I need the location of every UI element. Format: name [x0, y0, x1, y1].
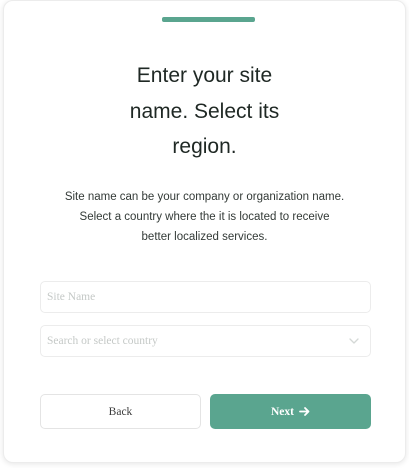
back-button-label: Back [108, 405, 133, 418]
chevron-down-icon[interactable] [348, 335, 360, 347]
back-button[interactable]: Back [40, 394, 201, 429]
arrow-right-icon [299, 407, 310, 416]
page-title-line-2: name. Select its [129, 100, 280, 123]
next-button[interactable]: Next [210, 394, 371, 429]
page-title-line-1: Enter your site [136, 64, 273, 87]
page-title-line-3: region. [172, 135, 237, 158]
next-button-label: Next [271, 405, 294, 418]
country-select[interactable] [40, 325, 371, 357]
description-line-3: better localized services. [141, 231, 268, 243]
site-name-input[interactable] [41, 282, 337, 312]
country-search-input[interactable] [41, 326, 337, 356]
progress-indicator [162, 17, 255, 22]
description-line-1: Site name can be your company or organiz… [64, 191, 345, 203]
site-name-field [40, 281, 371, 313]
description-line-2: Select a country where the it is located… [79, 211, 330, 223]
